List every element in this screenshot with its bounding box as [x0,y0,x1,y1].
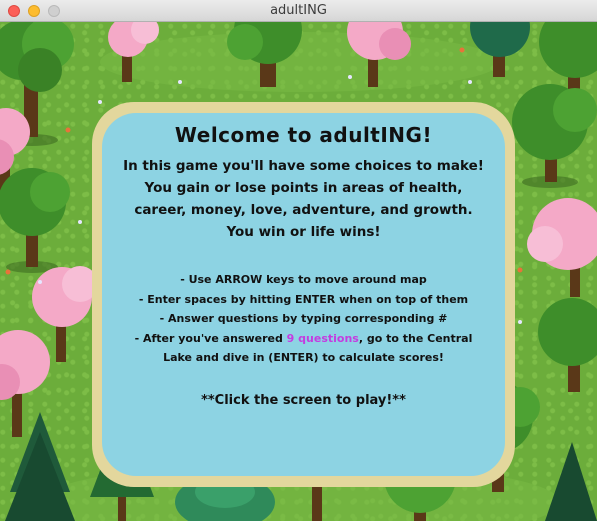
green-tree-icon [538,298,597,392]
rules-list: - Use ARROW keys to move around map - En… [102,270,505,368]
rule-item: - After you've answered 9 questions, go … [102,329,505,349]
game-canvas[interactable]: Welcome to adultING! In this game you'll… [0,22,597,521]
rule-item: Lake and dive in (ENTER) to calculate sc… [163,351,444,364]
green-tree-icon [0,168,70,273]
green-tree-icon [512,84,597,188]
click-to-play-prompt[interactable]: **Click the screen to play!** [102,393,505,408]
rule-item: - Use ARROW keys to move around map [180,273,427,286]
rule-item: - Answer questions by typing correspondi… [159,312,448,325]
welcome-title: Welcome to adultING! [174,123,433,147]
rule-text: - After you've answered [134,331,287,345]
window-title: adultING [270,3,327,18]
intro-line: In this game you'll have some choices to… [123,158,484,174]
questions-count-highlight: 9 questions [286,331,359,345]
intro-line: You win or life wins! [226,224,381,240]
welcome-panel[interactable]: Welcome to adultING! In this game you'll… [102,113,505,476]
window-titlebar: adultING [0,0,597,22]
intro-line: You gain or lose points in areas of heal… [144,180,463,196]
intro-line: career, money, love, adventure, and grow… [134,202,473,218]
pine-tree-icon [545,442,597,521]
rule-item: - Enter spaces by hitting ENTER when on … [138,292,469,306]
rule-text: , go to the Central [358,331,473,345]
welcome-intro: In this game you'll have some choices to… [102,155,505,243]
pink-blossom-tree-icon [527,198,597,297]
